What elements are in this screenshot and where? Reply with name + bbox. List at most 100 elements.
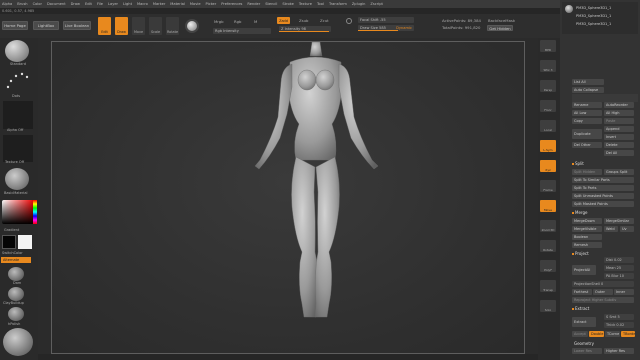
menu-preferences[interactable]: Preferences xyxy=(221,2,242,6)
zsub-button[interactable]: Zsub xyxy=(299,18,308,23)
duplicate-button[interactable]: Duplicate xyxy=(572,129,602,139)
extract-thick-slider[interactable]: Thick 0.02 xyxy=(604,322,634,328)
shelf-l-sym-button[interactable]: L.Sym xyxy=(540,140,556,152)
shelf-polyf-button[interactable]: PolyF xyxy=(540,260,556,272)
dist-slider[interactable]: Dist 0.02 xyxy=(604,257,634,263)
projection-shell-slider[interactable]: ProjectionShell 0 xyxy=(572,281,634,287)
switch-color-label[interactable]: SwitchColor xyxy=(2,251,23,255)
rotate-button[interactable]: Rotate xyxy=(166,17,179,35)
menu-transform[interactable]: Transform xyxy=(329,2,347,6)
all-high-button[interactable]: All High xyxy=(604,110,634,116)
extract-header[interactable]: Extract xyxy=(572,306,589,311)
home-page-button[interactable]: Home Page xyxy=(2,21,28,30)
menu-light[interactable]: Light xyxy=(123,2,132,6)
lower-res-button[interactable]: Lower Res xyxy=(572,348,602,354)
pa-blur-slider[interactable]: PA Blur 10 xyxy=(604,273,634,279)
all-low-button[interactable]: All Low xyxy=(572,110,602,116)
extract-smooth-slider[interactable]: S Smt 5 xyxy=(604,314,634,320)
menu-render[interactable]: Render xyxy=(247,2,260,6)
texture-thumbnail[interactable] xyxy=(3,135,33,162)
shelf-floor-button[interactable]: Floor xyxy=(540,100,556,112)
accept-button[interactable]: Accept xyxy=(572,331,588,337)
reproject-button[interactable]: Reproject Higher Subdiv xyxy=(572,297,634,303)
secondary-color-swatch[interactable] xyxy=(18,235,32,249)
scale-button[interactable]: Scale xyxy=(149,17,162,35)
groups-split-button[interactable]: Groups Split xyxy=(604,169,634,175)
lightbox-button[interactable]: LightBox xyxy=(33,21,59,30)
mergevisible-button[interactable]: MergeVisible xyxy=(572,226,602,232)
weld-button[interactable]: Weld xyxy=(604,226,618,232)
tool-thumb-label-1[interactable]: PM3D_Sphere3D1_1 xyxy=(576,6,611,10)
menu-stencil[interactable]: Stencil xyxy=(265,2,277,6)
double-toggle[interactable]: Double xyxy=(589,331,604,337)
tcorner-toggle[interactable]: TCorne xyxy=(605,331,620,337)
rename-button[interactable]: Rename xyxy=(572,102,602,108)
tool-thumb-label-2[interactable]: PM3D_Sphere3D1_1 xyxy=(576,14,611,18)
split-header[interactable]: Split xyxy=(572,161,584,166)
stroke-dots-icon[interactable] xyxy=(5,70,31,92)
outer-button[interactable]: Outer xyxy=(593,289,613,295)
shelf-frame-button[interactable]: Frame xyxy=(540,180,556,192)
menu-file[interactable]: File xyxy=(97,2,103,6)
split-to-parts-button[interactable]: Split To Parts xyxy=(572,185,634,191)
rgb-button[interactable]: Rgb xyxy=(234,19,241,24)
projectall-button[interactable]: ProjectAll xyxy=(572,265,596,275)
mrgb-button[interactable]: Mrgb xyxy=(214,19,224,24)
circle-icon[interactable] xyxy=(346,18,352,24)
brush-slot-1[interactable] xyxy=(8,267,24,281)
merge-header[interactable]: Merge xyxy=(572,210,588,215)
move-button[interactable]: Move xyxy=(132,17,145,35)
auto-collapse-button[interactable]: Auto Collapse xyxy=(572,87,604,93)
document-viewport[interactable] xyxy=(51,41,525,354)
split-hidden-button[interactable]: Split Hidden xyxy=(572,169,602,175)
shelf-rotate-button[interactable]: Rotate xyxy=(540,240,556,252)
mergedown-button[interactable]: MergeDown xyxy=(572,218,602,224)
menu-stroke[interactable]: Stroke xyxy=(282,2,293,6)
shelf-solo-button[interactable]: Solo xyxy=(540,300,556,312)
menu-draw[interactable]: Draw xyxy=(71,2,80,6)
brush-thumbnail[interactable] xyxy=(5,40,29,62)
project-header[interactable]: Project xyxy=(572,251,589,256)
menu-zscript[interactable]: Zscript xyxy=(370,2,382,6)
alpha-thumbnail[interactable] xyxy=(3,101,33,129)
inner-button[interactable]: Inner xyxy=(614,289,634,295)
mergesimilar-button[interactable]: MergeSimilar xyxy=(604,218,634,224)
menu-layer[interactable]: Layer xyxy=(108,2,118,6)
extract-button[interactable]: Extract xyxy=(572,317,596,327)
brush-slot-3[interactable] xyxy=(8,307,24,321)
tool-thumb-icon[interactable] xyxy=(565,5,573,13)
insert-button[interactable]: Insert xyxy=(604,134,634,140)
menu-texture[interactable]: Texture xyxy=(299,2,312,6)
brush-slot-4[interactable] xyxy=(3,328,33,356)
menu-material[interactable]: Material xyxy=(170,2,185,6)
menu-zplugin[interactable]: Zplugin xyxy=(352,2,366,6)
split-masked-points-button[interactable]: Split Masked Points xyxy=(572,201,634,207)
z-intensity-slider[interactable]: Z Intensity 98 xyxy=(279,26,331,32)
list-all-button[interactable]: List All xyxy=(572,79,604,85)
brush-slot-2[interactable] xyxy=(8,287,24,301)
backface-mask-button[interactable]: BackfaceMask xyxy=(488,18,515,23)
live-boolean-button[interactable]: Live Boolean xyxy=(63,21,91,30)
figure-model[interactable] xyxy=(52,41,526,355)
zcut-button[interactable]: Zcut xyxy=(320,18,329,23)
shelf-transp-button[interactable]: Transp xyxy=(540,280,556,292)
remesh-button[interactable]: Remesh xyxy=(572,242,602,248)
draw-button[interactable]: Draw xyxy=(115,17,128,35)
geometry-header[interactable]: Geometry xyxy=(574,341,594,346)
paste-button[interactable]: Paste xyxy=(604,118,634,124)
mean-slider[interactable]: Mean 25 xyxy=(604,265,634,271)
dynamic-label[interactable]: Dynamic xyxy=(396,26,412,30)
farthest-button[interactable]: Farthest xyxy=(572,289,592,295)
m-button[interactable]: M xyxy=(254,19,257,24)
edit-button[interactable]: Edit xyxy=(98,17,111,35)
copy-button[interactable]: Copy xyxy=(572,118,602,124)
color-picker[interactable] xyxy=(2,200,34,224)
material-thumbnail[interactable] xyxy=(5,168,29,190)
menu-movie[interactable]: Movie xyxy=(190,2,201,6)
menu-tool[interactable]: Tool xyxy=(317,2,324,6)
draw-size-slider[interactable]: Draw Size 585 Dynamic xyxy=(358,25,414,31)
menu-picker[interactable]: Picker xyxy=(206,2,217,6)
higher-res-button[interactable]: Higher Res xyxy=(604,348,634,354)
tborder-toggle[interactable]: TBorde xyxy=(621,331,635,337)
hue-strip[interactable] xyxy=(33,200,37,224)
